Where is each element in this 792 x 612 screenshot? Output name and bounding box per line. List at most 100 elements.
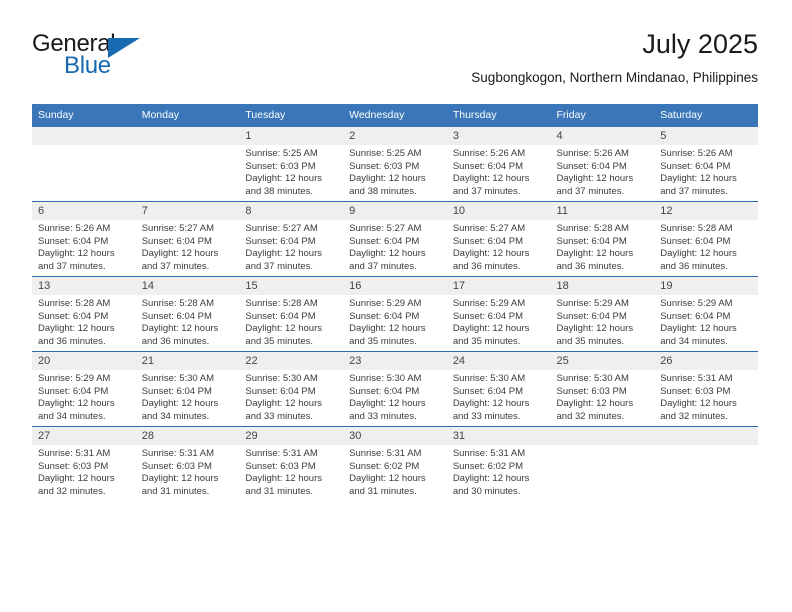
day-number: 19	[654, 277, 758, 295]
day-sun-info: Sunrise: 5:26 AM Sunset: 6:04 PM Daylight:…	[654, 145, 758, 198]
day-cell-content: 15 Sunrise: 5:28 AM Sunset: 6:04 PM Dayligh…	[239, 277, 344, 351]
calendar-week-row: 13 Sunrise: 5:28 AM Sunset: 6:04 PM Dayligh…	[32, 276, 758, 352]
calendar-day-cell[interactable]: 21 Sunrise: 5:30 AM Sunset: 6:04 PM Dayligh…	[135, 351, 240, 427]
calendar-empty-cell	[550, 426, 655, 501]
day-cell-content	[135, 127, 240, 201]
sunset-text: Sunset: 6:02 PM	[349, 460, 420, 472]
calendar-day-cell[interactable]: 17 Sunrise: 5:29 AM Sunset: 6:04 PM Dayligh…	[446, 276, 551, 352]
daylight-text: Daylight: 12 hours and 33 minutes.	[452, 398, 530, 422]
calendar-day-cell[interactable]: 5 Sunrise: 5:26 AM Sunset: 6:04 PM Daylight…	[654, 127, 758, 202]
calendar-day-cell[interactable]: 7 Sunrise: 5:27 AM Sunset: 6:04 PM Daylight…	[135, 201, 240, 277]
calendar-day-cell[interactable]: 15 Sunrise: 5:28 AM Sunset: 6:04 PM Dayligh…	[239, 276, 344, 352]
sunset-text: Sunset: 6:04 PM	[38, 310, 109, 322]
day-cell-content: 7 Sunrise: 5:27 AM Sunset: 6:04 PM Daylight…	[135, 202, 240, 276]
sunset-text: Sunset: 6:04 PM	[452, 385, 524, 397]
page-header: General Blue July 2025 Sugbongkogon, Nor…	[32, 28, 758, 100]
day-cell-content: 19 Sunrise: 5:29 AM Sunset: 6:04 PM Dayligh…	[654, 277, 758, 351]
day-sun-info: Sunrise: 5:29 AM Sunset: 6:04 PM Daylight:…	[447, 295, 551, 348]
calendar-day-cell[interactable]: 11 Sunrise: 5:28 AM Sunset: 6:04 PM Dayligh…	[550, 201, 655, 277]
day-sun-info: Sunrise: 5:27 AM Sunset: 6:04 PM Daylight:…	[136, 220, 240, 273]
calendar-day-cell[interactable]: 10 Sunrise: 5:27 AM Sunset: 6:04 PM Dayligh…	[446, 201, 551, 277]
calendar-day-cell[interactable]: 18 Sunrise: 5:29 AM Sunset: 6:04 PM Dayligh…	[550, 276, 655, 352]
calendar-day-cell[interactable]: 19 Sunrise: 5:29 AM Sunset: 6:04 PM Dayligh…	[654, 276, 758, 352]
weekday-header-row: Sunday Monday Tuesday Wednesday Thursday…	[32, 104, 758, 127]
calendar-day-cell[interactable]: 4 Sunrise: 5:26 AM Sunset: 6:04 PM Daylight…	[550, 127, 655, 202]
calendar-day-cell[interactable]: 22 Sunrise: 5:30 AM Sunset: 6:04 PM Dayligh…	[239, 351, 344, 427]
day-cell-content: 12 Sunrise: 5:28 AM Sunset: 6:04 PM Dayligh…	[654, 202, 758, 276]
sunset-text: Sunset: 6:02 PM	[452, 460, 524, 472]
day-sun-info: Sunrise: 5:28 AM Sunset: 6:04 PM Daylight:…	[136, 295, 240, 348]
day-number: 24	[446, 352, 551, 370]
day-number: 18	[550, 277, 655, 295]
daylight-text: Daylight: 12 hours and 37 minutes.	[141, 248, 219, 272]
daylight-text: Daylight: 12 hours and 32 minutes.	[556, 398, 634, 422]
calendar-day-cell[interactable]: 2 Sunrise: 5:25 AM Sunset: 6:03 PM Daylight…	[343, 127, 447, 202]
sunrise-text: Sunrise: 5:27 AM	[349, 223, 422, 234]
daylight-text: Daylight: 12 hours and 35 minutes.	[349, 323, 426, 347]
day-number: 3	[446, 127, 551, 145]
page-subtitle: Sugbongkogon, Northern Mindanao, Philipp…	[471, 70, 758, 85]
day-sun-info: Sunrise: 5:29 AM Sunset: 6:04 PM Daylight:…	[343, 295, 447, 348]
calendar-day-cell[interactable]: 26 Sunrise: 5:31 AM Sunset: 6:03 PM Dayligh…	[654, 351, 758, 427]
day-sun-info: Sunrise: 5:30 AM Sunset: 6:04 PM Daylight:…	[239, 370, 343, 423]
daylight-text: Daylight: 12 hours and 35 minutes.	[452, 323, 530, 347]
day-number	[32, 127, 136, 145]
sunrise-text: Sunrise: 5:31 AM	[349, 448, 422, 459]
page-title: July 2025	[642, 29, 758, 59]
calendar-day-cell[interactable]: 1 Sunrise: 5:25 AM Sunset: 6:03 PM Daylight…	[239, 127, 344, 202]
calendar-day-cell[interactable]: 27 Sunrise: 5:31 AM Sunset: 6:03 PM Dayligh…	[32, 426, 136, 501]
calendar-day-cell[interactable]: 12 Sunrise: 5:28 AM Sunset: 6:04 PM Dayligh…	[654, 201, 758, 277]
daylight-text: Daylight: 12 hours and 37 minutes.	[349, 248, 426, 272]
calendar-day-cell[interactable]: 30 Sunrise: 5:31 AM Sunset: 6:02 PM Dayligh…	[343, 426, 447, 501]
calendar-day-cell[interactable]: 25 Sunrise: 5:30 AM Sunset: 6:03 PM Dayligh…	[550, 351, 655, 427]
day-cell-content: 14 Sunrise: 5:28 AM Sunset: 6:04 PM Dayligh…	[135, 277, 240, 351]
day-number: 16	[343, 277, 447, 295]
calendar-day-cell[interactable]: 24 Sunrise: 5:30 AM Sunset: 6:04 PM Dayligh…	[446, 351, 551, 427]
sunset-text: Sunset: 6:03 PM	[38, 460, 109, 472]
sunrise-text: Sunrise: 5:31 AM	[245, 448, 318, 459]
calendar-day-cell[interactable]: 14 Sunrise: 5:28 AM Sunset: 6:04 PM Dayligh…	[135, 276, 240, 352]
day-number: 28	[135, 427, 240, 445]
calendar-day-cell[interactable]: 28 Sunrise: 5:31 AM Sunset: 6:03 PM Dayligh…	[135, 426, 240, 501]
calendar-day-cell[interactable]: 20 Sunrise: 5:29 AM Sunset: 6:04 PM Dayligh…	[32, 351, 136, 427]
day-cell-content: 25 Sunrise: 5:30 AM Sunset: 6:03 PM Dayligh…	[550, 352, 655, 426]
sunrise-text: Sunrise: 5:31 AM	[452, 448, 526, 459]
calendar-day-cell[interactable]: 3 Sunrise: 5:26 AM Sunset: 6:04 PM Daylight…	[446, 127, 551, 202]
calendar-day-cell[interactable]: 29 Sunrise: 5:31 AM Sunset: 6:03 PM Dayligh…	[239, 426, 344, 501]
day-cell-content: 23 Sunrise: 5:30 AM Sunset: 6:04 PM Dayligh…	[343, 352, 447, 426]
calendar-day-cell[interactable]: 9 Sunrise: 5:27 AM Sunset: 6:04 PM Daylight…	[343, 201, 447, 277]
day-sun-info: Sunrise: 5:30 AM Sunset: 6:04 PM Daylight:…	[136, 370, 240, 423]
sunrise-text: Sunrise: 5:31 AM	[141, 448, 215, 459]
day-number	[550, 427, 655, 445]
day-number: 25	[550, 352, 655, 370]
sunset-text: Sunset: 6:04 PM	[245, 385, 316, 397]
daylight-text: Daylight: 12 hours and 30 minutes.	[452, 473, 530, 497]
day-sun-info: Sunrise: 5:28 AM Sunset: 6:04 PM Daylight:…	[239, 295, 343, 348]
calendar-day-cell[interactable]: 13 Sunrise: 5:28 AM Sunset: 6:04 PM Dayligh…	[32, 276, 136, 352]
calendar-day-cell[interactable]: 6 Sunrise: 5:26 AM Sunset: 6:04 PM Daylight…	[32, 201, 136, 277]
day-number: 22	[239, 352, 344, 370]
sunrise-text: Sunrise: 5:27 AM	[245, 223, 318, 234]
sunset-text: Sunset: 6:04 PM	[660, 160, 731, 172]
sunrise-text: Sunrise: 5:27 AM	[452, 223, 526, 234]
sunrise-text: Sunrise: 5:29 AM	[660, 298, 733, 309]
sunset-text: Sunset: 6:04 PM	[452, 310, 524, 322]
day-number: 12	[654, 202, 758, 220]
sunrise-text: Sunrise: 5:26 AM	[38, 223, 111, 234]
calendar-day-cell[interactable]: 31 Sunrise: 5:31 AM Sunset: 6:02 PM Dayligh…	[446, 426, 551, 501]
calendar-day-cell[interactable]: 16 Sunrise: 5:29 AM Sunset: 6:04 PM Dayligh…	[343, 276, 447, 352]
calendar-day-cell[interactable]: 8 Sunrise: 5:27 AM Sunset: 6:04 PM Daylight…	[239, 201, 344, 277]
weekday-header-sunday: Sunday	[32, 104, 136, 127]
weekday-header-thursday: Thursday	[446, 104, 551, 127]
sunset-text: Sunset: 6:04 PM	[245, 310, 316, 322]
day-cell-content: 13 Sunrise: 5:28 AM Sunset: 6:04 PM Dayligh…	[32, 277, 136, 351]
calendar-day-cell[interactable]: 23 Sunrise: 5:30 AM Sunset: 6:04 PM Dayligh…	[343, 351, 447, 427]
day-cell-content: 4 Sunrise: 5:26 AM Sunset: 6:04 PM Daylight…	[550, 127, 655, 201]
day-sun-info: Sunrise: 5:31 AM Sunset: 6:03 PM Daylight:…	[239, 445, 343, 498]
day-number: 31	[446, 427, 551, 445]
calendar-grid: Sunday Monday Tuesday Wednesday Thursday…	[32, 104, 758, 501]
weekday-header-friday: Friday	[550, 104, 655, 127]
sunrise-text: Sunrise: 5:28 AM	[38, 298, 111, 309]
daylight-text: Daylight: 12 hours and 31 minutes.	[245, 473, 322, 497]
brand-logo[interactable]: General Blue	[32, 30, 152, 86]
